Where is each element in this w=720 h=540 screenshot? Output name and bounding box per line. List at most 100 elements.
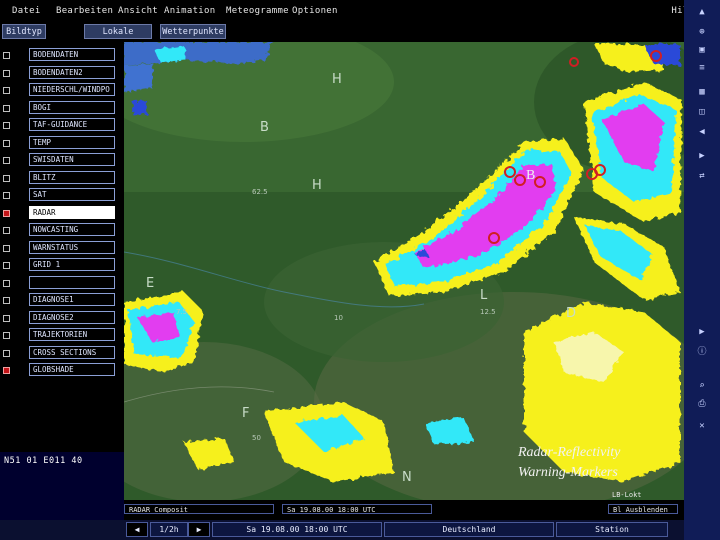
local-label-field: LB-Lokt <box>612 491 642 499</box>
layer-row[interactable]: NIEDERSCHL/WINDPO <box>0 82 124 98</box>
layer-label[interactable]: RADAR <box>29 205 115 219</box>
layer-label[interactable]: SWISDATEN <box>29 153 115 166</box>
layer-row[interactable]: WARNSTATUS <box>0 240 124 256</box>
layer-row[interactable]: TEMP <box>0 135 124 151</box>
layer-row[interactable] <box>0 275 124 291</box>
pressure-label: N <box>402 470 412 485</box>
layer-checkbox[interactable] <box>3 367 10 374</box>
layer-row[interactable]: BOGI <box>0 100 124 116</box>
region-selector[interactable]: Deutschland <box>384 522 554 537</box>
layer-row[interactable]: NOWCASTING <box>0 222 124 238</box>
pressure-label: L <box>480 288 488 303</box>
zoom-icon[interactable]: ⊕ <box>689 26 715 39</box>
layer-row[interactable]: SAT <box>0 187 124 203</box>
pressure-label: F <box>242 406 250 421</box>
exit-icon[interactable]: ✕ <box>689 420 715 433</box>
layer-label[interactable]: BLITZ <box>29 170 115 184</box>
layer-checkbox[interactable] <box>3 174 10 182</box>
layer-row[interactable]: SWISDATEN <box>0 152 124 168</box>
menu-meteogramme[interactable]: Meteogramme <box>222 3 293 19</box>
wetterpunkte-button[interactable]: Wetterpunkte <box>160 24 226 39</box>
layer-row[interactable]: BODENDATEN <box>0 47 124 63</box>
product-field: RADAR Composit <box>124 504 274 514</box>
nav-icon-2[interactable]: ▶ <box>689 150 715 163</box>
layer-label[interactable]: DIAGNOSE2 <box>29 310 115 324</box>
layer-label[interactable]: DIAGNOSE1 <box>29 293 115 306</box>
scroll-up-icon[interactable]: ▲ <box>689 6 715 19</box>
layer-label[interactable]: GLOBSHADE <box>29 363 115 376</box>
layer-row[interactable]: TAF-GUIDANCE <box>0 117 124 133</box>
layer-label[interactable]: TEMP <box>29 135 115 149</box>
radar-reflectivity-label: Radar-Reflectivity <box>518 445 621 460</box>
menu-datei[interactable]: Datei <box>8 3 45 19</box>
layer-checkbox[interactable] <box>3 297 10 304</box>
pressure-label: D <box>566 306 577 321</box>
pressure-label: H <box>312 178 322 193</box>
play-icon[interactable]: ▶ <box>689 326 715 339</box>
layer-row[interactable]: BODENDATEN2 <box>0 65 124 81</box>
isobar-value: 62.5 <box>252 188 268 196</box>
radar-map[interactable]: H B H E L D F N 62.5 12.5 7.5 10 50 B Ra… <box>124 42 684 500</box>
layer-checkbox[interactable] <box>3 104 10 112</box>
layer-row[interactable]: TRAJEKTORIEN <box>0 327 124 343</box>
layer-checkbox[interactable] <box>3 209 10 217</box>
layer-checkbox[interactable] <box>3 122 10 129</box>
hide-field[interactable]: Bl Ausblenden <box>608 504 678 514</box>
layer-checkbox[interactable] <box>3 332 10 339</box>
layer-checkbox[interactable] <box>3 314 10 322</box>
step-back-button[interactable]: ◀ <box>126 522 148 537</box>
right-toolbar: ▲ ⊕ ▣ ≡ ▦ ◫ ◀ ▶ ⇄ ▶ ⓘ ⌕ ⎙ ✕ <box>684 0 720 540</box>
print-icon[interactable]: ⎙ <box>689 398 715 411</box>
layer-row[interactable]: CROSS SECTIONS <box>0 345 124 361</box>
layer-label[interactable]: GRID 1 <box>29 258 115 271</box>
search-icon[interactable]: ⌕ <box>689 380 715 393</box>
map-icon[interactable]: ▣ <box>689 44 715 57</box>
layer-row[interactable]: DIAGNOSE2 <box>0 310 124 326</box>
layer-row[interactable]: GLOBSHADE <box>0 362 124 378</box>
nav-icon[interactable]: ◀ <box>689 126 715 139</box>
layer-label[interactable]: CROSS SECTIONS <box>29 345 115 359</box>
layer-checkbox[interactable] <box>3 349 10 357</box>
current-time: Sa 19.08.00 18:00 UTC <box>212 522 382 537</box>
layer-row[interactable]: RADAR <box>0 205 124 221</box>
layer-label[interactable]: NIEDERSCHL/WINDPO <box>29 83 115 96</box>
layer-label[interactable]: SAT <box>29 188 115 201</box>
menu-animation[interactable]: Animation <box>160 3 219 19</box>
mode-selector[interactable]: Station <box>556 522 668 537</box>
layer-label[interactable]: BOGI <box>29 100 115 114</box>
layer-label[interactable]: TAF-GUIDANCE <box>29 118 115 131</box>
lokale-marker-button[interactable]: Lokale Marker <box>84 24 152 52</box>
layer-checkbox[interactable] <box>3 227 10 234</box>
layer-checkbox[interactable] <box>3 262 10 269</box>
step-forward-button[interactable]: ▶ <box>188 522 210 537</box>
info-icon[interactable]: ⓘ <box>689 346 715 359</box>
layer-label[interactable]: TRAJEKTORIEN <box>29 328 115 341</box>
layer-checkbox[interactable] <box>3 87 10 94</box>
layer-label[interactable]: BODENDATEN2 <box>29 65 115 79</box>
layer-label[interactable] <box>29 275 115 289</box>
layers-icon[interactable]: ≡ <box>689 62 715 75</box>
layer-checkbox[interactable] <box>3 279 10 287</box>
menu-ansicht[interactable]: Ansicht <box>114 3 162 19</box>
layer-label[interactable]: NOWCASTING <box>29 223 115 236</box>
overlay-icon[interactable]: ◫ <box>689 106 715 119</box>
menu-bearbeiten[interactable]: Bearbeiten <box>52 3 117 19</box>
menu-optionen[interactable]: Optionen <box>288 3 342 19</box>
toolbar: Bildtyp Lokale Marker Wetterpunkte <box>0 22 684 52</box>
bildtyp-button[interactable]: Bildtyp <box>2 24 46 39</box>
layer-checkbox[interactable] <box>3 69 10 77</box>
layer-row[interactable]: DIAGNOSE1 <box>0 292 124 308</box>
frame-interval: 1/2h <box>150 522 188 537</box>
layer-label[interactable]: WARNSTATUS <box>29 240 115 254</box>
animation-icon[interactable]: ⇄ <box>689 170 715 183</box>
layer-row[interactable]: BLITZ <box>0 170 124 186</box>
layer-row[interactable]: GRID 1 <box>0 257 124 273</box>
layer-checkbox[interactable] <box>3 244 10 252</box>
layer-checkbox[interactable] <box>3 139 10 147</box>
layer-checkbox[interactable] <box>3 52 10 59</box>
layer-checkbox[interactable] <box>3 192 10 199</box>
layer-checkbox[interactable] <box>3 157 10 164</box>
grid-icon[interactable]: ▦ <box>689 86 715 99</box>
layer-label[interactable]: BODENDATEN <box>29 48 115 61</box>
valid-time-field: Sa 19.08.00 18:00 UTC <box>282 504 432 514</box>
